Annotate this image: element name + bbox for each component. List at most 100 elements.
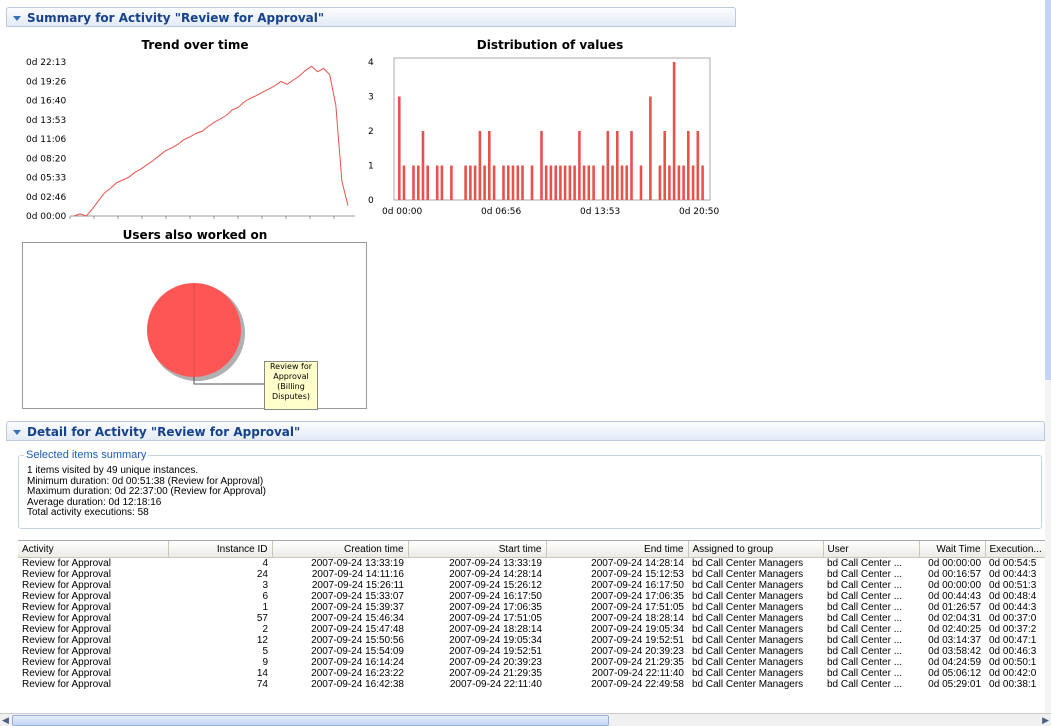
table-cell: 2	[262, 624, 268, 635]
table-cell: Review for Approval	[22, 646, 111, 657]
detail-section-header[interactable]: Detail for Activity "Review for Approval…	[6, 421, 1045, 441]
detail-table: Activity Instance ID Creation time Start…	[18, 541, 1051, 690]
distribution-y-tick-label: 1	[368, 162, 374, 172]
table-cell: 0d 04:24:59	[928, 657, 981, 668]
summary-lines: 1 items visited by 49 unique instances. …	[27, 465, 266, 519]
table-cell: 0d 02:04:31	[928, 613, 981, 624]
distribution-bar	[421, 131, 425, 200]
distribution-bar	[530, 165, 534, 200]
table-row[interactable]: Review for Approval 1 2007-09-24 15:39:37 2…	[18, 602, 1051, 613]
table-cell: 2007-09-24 19:52:51	[591, 635, 684, 646]
distribution-bar	[616, 131, 619, 200]
table-cell: bd Call Center ...	[827, 580, 903, 591]
distribution-bar	[691, 165, 695, 200]
table-row[interactable]: Review for Approval 12 2007-09-24 15:50:56…	[18, 635, 1051, 646]
vertical-scroll-thumb[interactable]	[1045, 0, 1051, 380]
table-cell: 2007-09-24 15:54:09	[311, 646, 404, 657]
table-cell: bd Call Center Managers	[692, 613, 804, 624]
table-row[interactable]: Review for Approval 9 2007-09-24 16:14:24 2…	[18, 657, 1051, 668]
table-cell: bd Call Center Managers	[692, 602, 804, 613]
scroll-right-arrow-icon[interactable]: ▶	[1042, 715, 1049, 726]
table-cell: 2007-09-24 18:28:14	[591, 613, 684, 624]
table-cell: 14	[256, 668, 268, 679]
table-row[interactable]: Review for Approval 2 2007-09-24 15:47:48 2…	[18, 624, 1051, 635]
table-cell: 2007-09-24 22:11:40	[449, 679, 542, 690]
distribution-bar	[668, 165, 671, 200]
table-cell: 74	[256, 679, 268, 690]
table-cell: bd Call Center Managers	[692, 580, 804, 591]
table-cell: 2007-09-24 15:12:53	[591, 569, 684, 580]
users-chart-title: Users also worked on	[122, 228, 268, 242]
distribution-bar	[658, 165, 662, 200]
table-cell: 0d 00:54:5	[989, 558, 1037, 569]
table-cell: bd Call Center ...	[827, 657, 903, 668]
column-header-end-time[interactable]: End time	[546, 541, 689, 558]
column-header-execution[interactable]: Execution...	[985, 541, 1051, 558]
table-cell: 0d 00:37:2	[989, 624, 1037, 635]
column-header-creation-time[interactable]: Creation time	[272, 541, 409, 558]
distribution-bar	[620, 165, 624, 200]
table-cell: 24	[256, 569, 268, 580]
table-row[interactable]: Review for Approval 57 2007-09-24 15:46:34…	[18, 613, 1051, 624]
summary-section-header[interactable]: Summary for Activity "Review for Approva…	[6, 7, 736, 27]
detail-table-container[interactable]: Activity Instance ID Creation time Start…	[18, 540, 1051, 714]
horizontal-scroll-thumb[interactable]	[12, 715, 609, 726]
table-cell: 2007-09-24 17:51:05	[449, 613, 542, 624]
column-header-assigned-group[interactable]: Assigned to group	[688, 541, 824, 558]
distribution-bar	[417, 165, 420, 200]
vertical-scrollbar[interactable]	[1045, 0, 1051, 713]
scroll-left-arrow-icon[interactable]: ◀	[2, 715, 9, 726]
table-cell: 0d 00:46:3	[989, 646, 1037, 657]
table-row[interactable]: Review for Approval 24 2007-09-24 14:11:16…	[18, 569, 1051, 580]
collapse-triangle-icon[interactable]	[13, 430, 21, 435]
distribution-x-tick-label: 0d 06:56	[481, 207, 522, 217]
distribution-x-tick-label: 0d 00:00	[382, 207, 423, 217]
horizontal-scrollbar[interactable]: ◀ ▶	[0, 713, 1051, 726]
distribution-bar	[435, 165, 439, 200]
table-cell: 57	[256, 613, 268, 624]
table-cell: 2007-09-24 22:49:58	[591, 679, 684, 690]
distribution-bar	[469, 165, 472, 200]
distribution-bar	[540, 131, 543, 200]
distribution-bar	[701, 165, 704, 200]
trend-y-tick-label: 0d 19:26	[26, 77, 67, 87]
table-cell: 2007-09-24 15:26:12	[449, 580, 542, 591]
table-cell: Review for Approval	[22, 657, 111, 668]
collapse-triangle-icon[interactable]	[13, 16, 21, 21]
column-header-wait-time[interactable]: Wait Time	[919, 541, 986, 558]
column-header-user[interactable]: User	[823, 541, 920, 558]
table-cell: 2007-09-24 20:39:23	[591, 646, 684, 657]
table-cell: 2007-09-24 17:51:05	[591, 602, 684, 613]
summary-section-title: Summary for Activity "Review for Approva…	[27, 11, 325, 25]
table-row[interactable]: Review for Approval 6 2007-09-24 15:33:07 2…	[18, 591, 1051, 602]
trend-series-line	[73, 65, 349, 217]
table-cell: 2007-09-24 16:14:24	[311, 657, 404, 668]
table-row[interactable]: Review for Approval 4 2007-09-24 13:33:19 2…	[18, 558, 1051, 570]
table-cell: 0d 02:40:25	[928, 624, 981, 635]
column-header-activity[interactable]: Activity	[18, 541, 169, 558]
table-cell: 0d 00:42:0	[989, 668, 1037, 679]
trend-chart-title: Trend over time	[141, 38, 249, 52]
table-cell: 2007-09-24 15:46:34	[311, 613, 404, 624]
column-header-instance-id[interactable]: Instance ID	[168, 541, 273, 558]
distribution-bar	[483, 165, 486, 200]
table-cell: 2007-09-24 15:47:48	[311, 624, 404, 635]
distribution-bar	[611, 165, 614, 200]
table-row[interactable]: Review for Approval 5 2007-09-24 15:54:09 2…	[18, 646, 1051, 657]
distribution-bar	[464, 165, 467, 200]
table-cell: 2007-09-24 18:28:14	[449, 624, 542, 635]
table-row[interactable]: Review for Approval 14 2007-09-24 16:23:22…	[18, 668, 1051, 679]
column-header-start-time[interactable]: Start time	[408, 541, 547, 558]
table-row[interactable]: Review for Approval 3 2007-09-24 15:26:11 2…	[18, 580, 1051, 591]
distribution-bar	[516, 165, 520, 200]
table-row[interactable]: Review for Approval 74 2007-09-24 16:42:38…	[18, 679, 1051, 690]
table-cell: 2007-09-24 13:33:19	[311, 558, 404, 569]
distribution-bar	[426, 165, 429, 200]
table-cell: bd Call Center Managers	[692, 657, 804, 668]
table-cell: Review for Approval	[22, 679, 111, 690]
table-cell: 5	[262, 646, 268, 657]
table-cell: 2007-09-24 20:39:23	[449, 657, 542, 668]
table-cell: Review for Approval	[22, 569, 111, 580]
table-cell: Review for Approval	[22, 668, 111, 679]
table-cell: 2007-09-24 16:17:50	[449, 591, 542, 602]
